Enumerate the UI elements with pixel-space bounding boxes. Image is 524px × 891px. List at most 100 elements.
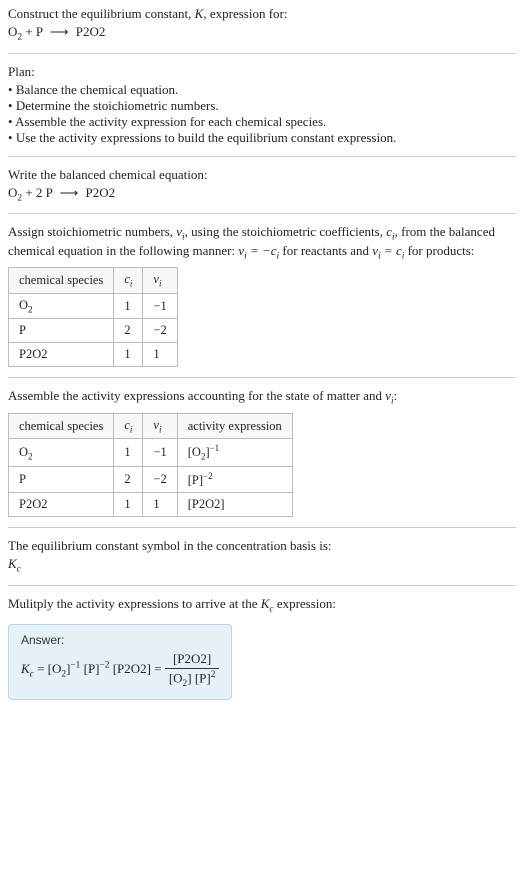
cell-c: 1 (114, 493, 143, 517)
fraction-denominator: [O2] [P]2 (165, 669, 220, 689)
assemble-text: Assemble the activity expressions accoun… (8, 388, 385, 403)
fraction: [P2O2] [O2] [P]2 (165, 651, 220, 689)
sub-i: i (159, 279, 162, 289)
table-header-row: chemical species ci νi activity expressi… (9, 413, 293, 439)
plan-item: Determine the stoichiometric numbers. (8, 98, 516, 114)
divider (8, 377, 516, 378)
cell-species: O2 (9, 439, 114, 467)
multiply-text: expression: (274, 596, 336, 611)
cell-species: O2 (9, 293, 114, 319)
Kc: Kc (261, 596, 274, 611)
cell-c: 1 (114, 293, 143, 319)
assemble-text: : (394, 388, 398, 403)
cell-species: P (9, 467, 114, 493)
intro-text-b: , expression for: (203, 6, 287, 21)
basis-block: The equilibrium constant symbol in the c… (8, 538, 516, 575)
sub-i: i (130, 424, 133, 434)
species-p2o2: P2O2 (86, 185, 116, 200)
intro-block: Construct the equilibrium constant, K, e… (8, 6, 516, 43)
cell-activity: [P2O2] (177, 493, 292, 517)
cell-species: P2O2 (9, 493, 114, 517)
basis-symbol: Kc (8, 556, 516, 575)
nu-i: νi (176, 224, 184, 239)
balanced-equation: O2 + 2 P ⟶ P2O2 (8, 185, 516, 204)
plus: + (22, 185, 36, 200)
divider (8, 53, 516, 54)
den-b-exp: 2 (211, 670, 216, 680)
cell-c: 1 (114, 343, 143, 367)
cell-activity: [O2]−1 (177, 439, 292, 467)
rel-prod: νi = ci (372, 243, 404, 258)
table-row: O2 1 −1 (9, 293, 178, 319)
t-exp: −1 (70, 661, 80, 671)
col-nu: νi (143, 268, 177, 294)
sub-i: i (130, 279, 133, 289)
act-exp: −1 (210, 443, 220, 453)
divider (8, 156, 516, 157)
assign-block: Assign stoichiometric numbers, νi, using… (8, 224, 516, 367)
cell-c: 1 (114, 439, 143, 467)
divider (8, 527, 516, 528)
t-exp: −2 (100, 661, 110, 671)
term-p2o2: [P2O2] (109, 661, 151, 676)
den-a-close: ] (187, 671, 195, 686)
t-base: [P] (80, 661, 99, 676)
cell-c: 2 (114, 319, 143, 343)
plan-item: Balance the chemical equation. (8, 82, 516, 98)
species-p: P (46, 185, 53, 200)
cell-nu: −2 (143, 467, 177, 493)
rel-react: νi = −ci (238, 243, 279, 258)
balanced-block: Write the balanced chemical equation: O 2… (8, 167, 516, 204)
col-c: ci (114, 413, 143, 439)
nu-i: νi (385, 388, 393, 403)
assign-text: for reactants and (279, 243, 372, 258)
assign-text: , using the stoichiometric coefficients, (185, 224, 387, 239)
multiply-block: Mulitply the activity expressions to arr… (8, 596, 516, 615)
col-c: ci (114, 268, 143, 294)
act-base: [P2O2] (188, 497, 225, 511)
o2-base: O (8, 185, 17, 200)
basis-heading: The equilibrium constant symbol in the c… (8, 538, 516, 554)
table-row: P2O2 1 1 [P2O2] (9, 493, 293, 517)
plan-heading: Plan: (8, 64, 516, 80)
assemble-block: Assemble the activity expressions accoun… (8, 388, 516, 517)
term-o2: [O2]−1 (48, 661, 81, 676)
sub-c: c (17, 565, 21, 575)
act-base: [O (188, 446, 201, 460)
plan-item: Assemble the activity expression for eac… (8, 114, 516, 130)
balanced-heading: Write the balanced chemical equation: (8, 167, 516, 183)
answer-label: Answer: (21, 633, 219, 647)
answer-expression: Kc = [O2]−1 [P]−2 [P2O2] = [P2O2] [O2] [… (21, 651, 219, 689)
answer-box: Answer: Kc = [O2]−1 [P]−2 [P2O2] = [P2O2… (8, 624, 232, 700)
intro-equation: O2 + P ⟶ P2O2 (8, 24, 516, 43)
col-species: chemical species (9, 268, 114, 294)
coef-p: 2 (36, 185, 46, 200)
assign-text: for products: (404, 243, 474, 258)
table-row: P 2 −2 [P]−2 (9, 467, 293, 493)
cell-nu: −1 (143, 439, 177, 467)
table-row: P2O2 1 1 (9, 343, 178, 367)
species-base: P (19, 472, 26, 486)
cell-c: 2 (114, 467, 143, 493)
eq: = (34, 661, 48, 676)
table-row: O2 1 −1 [O2]−1 (9, 439, 293, 467)
species-p2o2: P2O2 (76, 24, 106, 39)
cell-species: P (9, 319, 114, 343)
plan-item: Use the activity expressions to build th… (8, 130, 516, 146)
cell-species: P2O2 (9, 343, 114, 367)
species-o2: O2 (8, 24, 22, 39)
arrow-icon: ⟶ (46, 24, 73, 40)
species-base: O (19, 445, 28, 459)
Kc: Kc (21, 661, 34, 676)
fraction-numerator: [P2O2] (165, 651, 220, 669)
plus: + (22, 24, 36, 39)
act-base: [P (188, 473, 199, 487)
species-base: O (19, 298, 28, 312)
species-base: P2O2 (19, 347, 47, 361)
divider (8, 585, 516, 586)
den-a: [O (169, 671, 183, 686)
cell-activity: [P]−2 (177, 467, 292, 493)
term-p: [P]−2 (80, 661, 109, 676)
arrow-icon: ⟶ (56, 185, 83, 201)
cell-nu: −2 (143, 319, 177, 343)
